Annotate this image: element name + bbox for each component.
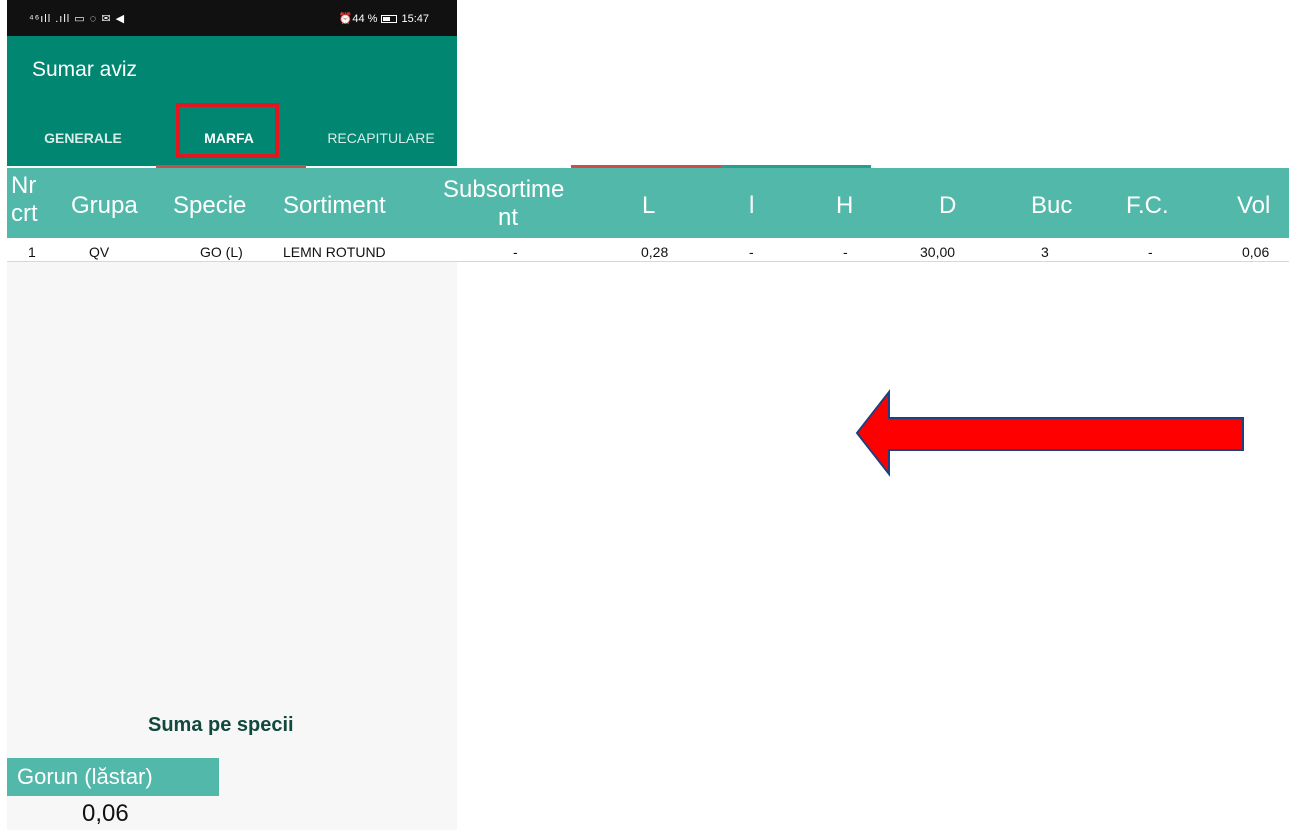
- cell-fc: -: [1148, 244, 1153, 260]
- header-buc: Buc: [1031, 192, 1073, 219]
- header-fc: F.C.: [1126, 192, 1169, 219]
- cell-buc: 3: [1041, 244, 1049, 260]
- clock: 15:47: [401, 12, 429, 25]
- cell-D: 30,00: [920, 244, 956, 260]
- species-name-label: Gorun (lăstar): [7, 758, 219, 796]
- cell-subsortiment: -: [513, 244, 518, 260]
- table-row[interactable]: 1 QV GO (L) LEMN ROTUND - 0,28 - - 30,00…: [7, 238, 1289, 262]
- tab-generale[interactable]: GENERALE: [38, 130, 128, 146]
- cell-H: -: [843, 244, 848, 260]
- header-subsortiment: Subsortime: [443, 176, 565, 203]
- header-H: H: [836, 192, 854, 219]
- arrow-shape: [855, 389, 1244, 477]
- cell-vol: 0,06: [1242, 244, 1270, 260]
- header-subsortiment-line2: nt: [498, 204, 519, 231]
- cell-grupa: QV: [89, 244, 110, 260]
- header-grupa: Grupa: [71, 192, 138, 219]
- cell-l: -: [749, 244, 754, 260]
- header-crt: crt: [11, 200, 38, 227]
- status-icons-right: ⏰44 % 15:47: [338, 12, 429, 26]
- header-nr: Nr: [11, 172, 37, 199]
- species-volume-value: 0,06: [82, 800, 129, 827]
- cell-nr: 1: [28, 244, 36, 260]
- cell-sortiment: LEMN ROTUND: [283, 244, 386, 260]
- table-header: Nr crt Grupa Specie Sortiment Subsortime…: [7, 168, 1289, 238]
- battery-icon: [381, 14, 398, 23]
- cell-specie: GO (L): [200, 244, 243, 260]
- species-summary-title: Suma pe specii: [148, 714, 294, 736]
- header-l: l: [749, 192, 755, 219]
- cell-L: 0,28: [641, 244, 669, 260]
- status-bar: ⁴⁶ıll .ıll ▭ ◌ ✉ ◀ ⏰44 % 15:47: [7, 0, 457, 36]
- header-D: D: [939, 192, 957, 219]
- header-L: L: [642, 192, 656, 219]
- tab-recapitulare[interactable]: RECAPITULARE: [316, 130, 446, 146]
- left-arrow-icon: [855, 389, 1244, 477]
- marfa-highlight-box: [176, 103, 279, 158]
- alarm-battery-text: ⏰44 %: [338, 13, 378, 25]
- header-specie: Specie: [173, 192, 247, 219]
- header-sortiment: Sortiment: [283, 192, 386, 219]
- status-icons-left: ⁴⁶ıll .ıll ▭ ◌ ✉ ◀: [29, 13, 126, 25]
- page-title: Sumar aviz: [32, 58, 138, 81]
- header-vol: Vol: [1237, 192, 1271, 219]
- screenshot-canvas: ⁴⁶ıll .ıll ▭ ◌ ✉ ◀ ⏰44 % 15:47 Sumar avi…: [0, 0, 1289, 830]
